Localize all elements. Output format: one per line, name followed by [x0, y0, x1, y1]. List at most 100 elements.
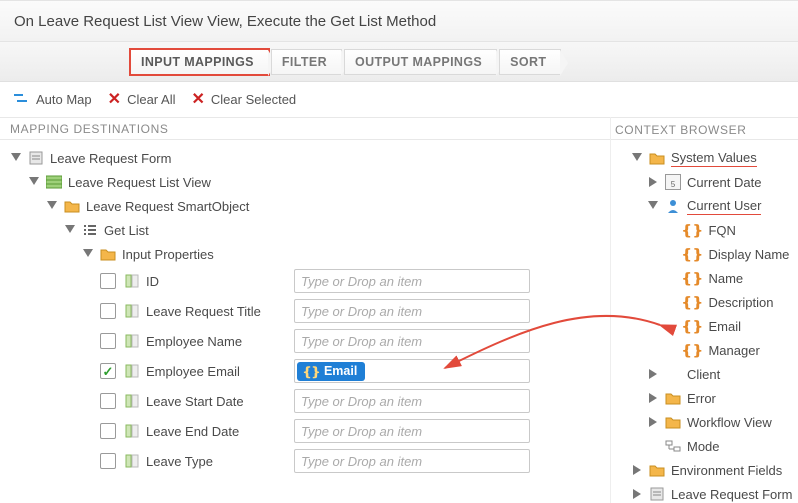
prop-drop-target[interactable]: Type or Drop an item — [294, 419, 530, 443]
clear-all-button[interactable]: ✕Clear All — [108, 92, 176, 108]
ctx-cu-name[interactable]: ❴❵Name — [663, 266, 794, 290]
twisty-icon[interactable] — [64, 224, 76, 236]
prop-drop-target[interactable]: Type or Drop an item — [294, 299, 530, 323]
tree-node-smartobject[interactable]: Leave Request SmartObject — [46, 194, 602, 218]
prop-row: Employee NameType or Drop an item — [100, 326, 602, 356]
prop-row: Leave Start DateType or Drop an item — [100, 386, 602, 416]
form-icon — [649, 486, 665, 502]
mapping-destinations-panel: Leave Request Form Leave Request List Vi… — [0, 140, 610, 503]
twisty-collapsed-icon[interactable] — [631, 464, 643, 476]
twisty-icon[interactable] — [631, 152, 643, 164]
prop-drop-target[interactable]: ❴❵Email — [294, 359, 530, 383]
twisty-icon[interactable] — [46, 200, 58, 212]
ctx-environment-fields[interactable]: Environment Fields — [631, 458, 794, 482]
prop-label: Employee Email — [124, 363, 294, 379]
property-icon — [124, 303, 140, 319]
ctx-cu-email[interactable]: ❴❵Email — [663, 314, 794, 338]
ctx-cu-manager[interactable]: ❴❵Manager — [663, 338, 794, 362]
value-icon: ❴❵ — [681, 342, 702, 359]
prop-checkbox[interactable] — [100, 453, 116, 469]
tree-node-method[interactable]: Get List — [64, 218, 602, 242]
tab-input-mappings[interactable]: INPUT MAPPINGS — [130, 49, 269, 75]
prop-label: ID — [124, 273, 294, 289]
ctx-cu-display-name[interactable]: ❴❵Display Name — [663, 242, 794, 266]
ctx-cu-description[interactable]: ❴❵Description — [663, 290, 794, 314]
folder-icon — [649, 150, 665, 166]
auto-map-button[interactable]: Auto Map — [14, 92, 92, 108]
tree-node-input-properties[interactable]: Input Properties — [82, 242, 602, 266]
prop-drop-target[interactable]: Type or Drop an item — [294, 269, 530, 293]
prop-checkbox[interactable] — [100, 333, 116, 349]
tabs-row: INPUT MAPPINGS FILTER OUTPUT MAPPINGS SO… — [0, 42, 798, 82]
prop-label: Leave Start Date — [124, 393, 294, 409]
view-icon — [46, 174, 62, 190]
ctx-workflow-view[interactable]: Workflow View — [647, 410, 794, 434]
tree-node-form[interactable]: Leave Request Form — [10, 146, 602, 170]
property-icon — [124, 333, 140, 349]
folder-icon — [665, 390, 681, 406]
property-icon — [124, 393, 140, 409]
twisty-collapsed-icon[interactable] — [647, 392, 659, 404]
auto-map-icon — [14, 92, 30, 108]
property-icon — [124, 423, 140, 439]
folder-icon — [649, 462, 665, 478]
prop-row: Employee Email❴❵Email — [100, 356, 602, 386]
context-browser-heading: CONTEXT BROWSER — [610, 117, 798, 141]
tab-output-mappings[interactable]: OUTPUT MAPPINGS — [344, 49, 497, 75]
prop-label: Leave Request Title — [124, 303, 294, 319]
ctx-system-values[interactable]: System Values — [631, 146, 794, 170]
value-icon: ❴❵ — [681, 318, 702, 335]
tree-node-view[interactable]: Leave Request List View — [28, 170, 602, 194]
ctx-error[interactable]: Error — [647, 386, 794, 410]
prop-checkbox[interactable] — [100, 273, 116, 289]
prop-drop-target[interactable]: Type or Drop an item — [294, 389, 530, 413]
close-icon: ✕ — [108, 92, 121, 108]
prop-row: Leave TypeType or Drop an item — [100, 446, 602, 476]
prop-label: Employee Name — [124, 333, 294, 349]
user-icon — [665, 198, 681, 214]
mapped-value-chip[interactable]: ❴❵Email — [297, 362, 365, 381]
ctx-mode[interactable]: Mode — [647, 434, 794, 458]
prop-drop-target[interactable]: Type or Drop an item — [294, 329, 530, 353]
twisty-icon[interactable] — [10, 152, 22, 164]
twisty-icon[interactable] — [647, 200, 659, 212]
tab-filter[interactable]: FILTER — [271, 49, 342, 75]
twisty-collapsed-icon[interactable] — [647, 416, 659, 428]
list-method-icon — [82, 222, 98, 238]
clear-selected-button[interactable]: ✕Clear Selected — [191, 92, 296, 108]
prop-row: Leave Request TitleType or Drop an item — [100, 296, 602, 326]
dialog-title: On Leave Request List View View, Execute… — [0, 0, 798, 42]
prop-checkbox[interactable] — [100, 363, 116, 379]
prop-row: Leave End DateType or Drop an item — [100, 416, 602, 446]
prop-checkbox[interactable] — [100, 303, 116, 319]
mapping-destinations-heading: MAPPING DESTINATIONS — [0, 116, 610, 142]
context-browser-panel: System Values 5 Current Date Cu — [610, 140, 798, 503]
folder-icon — [64, 198, 80, 214]
value-icon: ❴❵ — [681, 294, 702, 311]
date-icon: 5 — [665, 174, 681, 190]
prop-drop-target[interactable]: Type or Drop an item — [294, 449, 530, 473]
twisty-collapsed-icon[interactable] — [647, 368, 659, 380]
twisty-icon[interactable] — [82, 248, 94, 260]
ctx-current-date[interactable]: 5 Current Date — [647, 170, 794, 194]
twisty-collapsed-icon[interactable] — [647, 176, 659, 188]
close-icon: ✕ — [191, 92, 204, 108]
prop-checkbox[interactable] — [100, 393, 116, 409]
ctx-client[interactable]: Client — [647, 362, 794, 386]
prop-checkbox[interactable] — [100, 423, 116, 439]
ctx-current-user[interactable]: Current User — [647, 194, 794, 218]
twisty-icon[interactable] — [28, 176, 40, 188]
value-icon: ❴❵ — [302, 364, 319, 379]
prop-label: Leave Type — [124, 453, 294, 469]
property-icon — [124, 273, 140, 289]
toolbar: Auto Map ✕Clear All ✕Clear Selected — [0, 82, 798, 118]
twisty-collapsed-icon[interactable] — [631, 488, 643, 500]
folder-icon — [100, 246, 116, 262]
form-icon — [28, 150, 44, 166]
value-icon: ❴❵ — [681, 270, 702, 287]
value-icon: ❴❵ — [681, 246, 702, 263]
mode-icon — [665, 438, 681, 454]
ctx-cu-fqn[interactable]: ❴❵FQN — [663, 218, 794, 242]
ctx-leave-request-form[interactable]: Leave Request Form — [631, 482, 794, 503]
tab-sort[interactable]: SORT — [499, 49, 561, 75]
